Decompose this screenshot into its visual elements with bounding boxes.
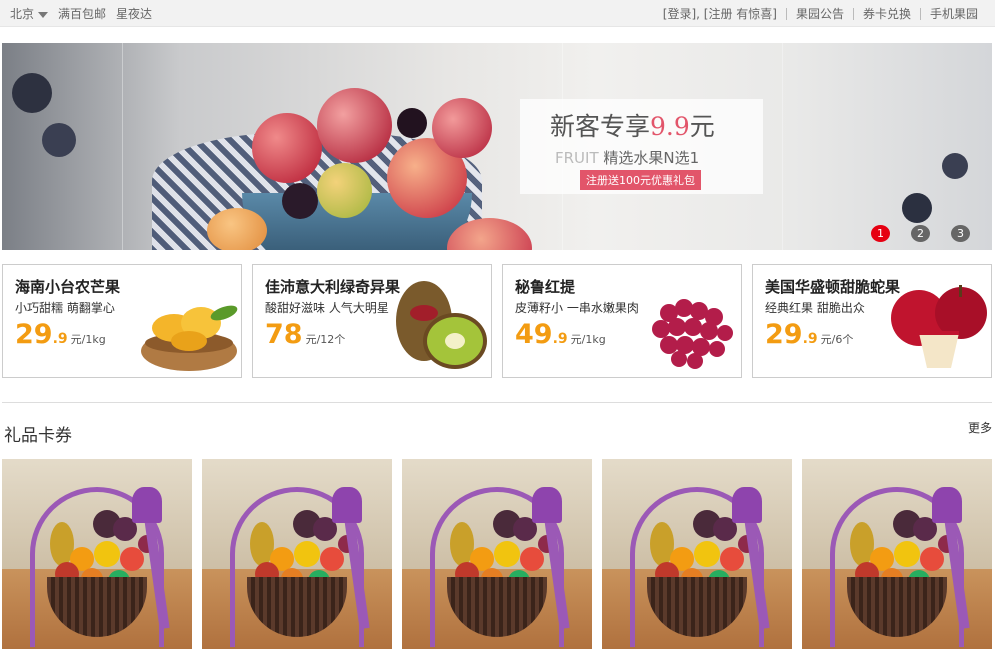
announcement-segment: 果园公告 xyxy=(785,7,853,21)
top-bar: 北京 满百包邮 星夜达 [登录], [注册 有惊喜] 果园公告 券卡兑换 手机果… xyxy=(0,0,995,27)
product-price: 29.9 元/1kg xyxy=(15,319,106,350)
price-unit: 元/12个 xyxy=(305,333,346,346)
product-title: 美国华盛顿甜脆蛇果 xyxy=(765,278,901,296)
product-subtitle: 皮薄籽小 一串水嫩果肉 xyxy=(515,301,639,315)
city-label: 北京 xyxy=(10,7,35,21)
banner-dot-1[interactable]: 1 xyxy=(871,225,890,242)
basket-bow xyxy=(932,487,962,523)
gift-section-title: 礼品卡券 xyxy=(2,417,72,446)
apple-decor xyxy=(317,88,392,163)
gift-card-item[interactable] xyxy=(2,459,192,649)
mobile-segment: 手机果园 xyxy=(919,7,987,21)
city-selector[interactable]: 北京 xyxy=(10,5,49,22)
price-unit: 元/1kg xyxy=(570,333,606,346)
gift-card-item[interactable] xyxy=(202,459,392,649)
product-card-kiwi[interactable]: 佳沛意大利绿奇异果 酸甜好滋味 人气大明星 78 元/12个 xyxy=(252,264,492,378)
voucher-segment: 券卡兑换 xyxy=(852,7,920,21)
product-subtitle: 经典红果 甜脆出众 xyxy=(765,301,865,315)
price-integer: 78 xyxy=(265,319,303,350)
promo-subline-cn: 精选水果N选1 xyxy=(598,149,700,167)
apple-decor xyxy=(432,98,492,158)
basket-bow xyxy=(132,487,162,523)
promo-headline-price: 9.9 xyxy=(650,112,690,141)
mobile-app-link[interactable]: 手机果园 xyxy=(930,7,978,21)
product-card-apple[interactable]: 美国华盛顿甜脆蛇果 经典红果 甜脆出众 29.9 元/6个 xyxy=(752,264,992,378)
price-unit: 元/1kg xyxy=(70,333,106,346)
banner-pagination: 1 2 3 xyxy=(871,225,970,242)
kiwi-image xyxy=(396,281,487,369)
chevron-down-icon xyxy=(38,11,49,18)
price-unit: 元/6个 xyxy=(820,333,854,346)
promo-subline-en: FRUIT xyxy=(555,149,599,167)
free-shipping-link[interactable]: 满百包邮 xyxy=(58,5,106,22)
product-price: 78 元/12个 xyxy=(265,319,345,350)
featured-products: 海南小台农芒果 小巧甜糯 萌翻掌心 29.9 元/1kg 佳沛意大利绿奇异果 酸甜… xyxy=(2,264,992,378)
top-bar-right: [登录], [注册 有惊喜] 果园公告 券卡兑换 手机果园 xyxy=(654,0,987,27)
blueberry-decor xyxy=(42,123,76,157)
basket-bow xyxy=(732,487,762,523)
basket-bow xyxy=(332,487,362,523)
promo-subline: FRUIT 精选水果N选1 xyxy=(555,147,699,168)
gift-card-grid xyxy=(2,459,992,649)
product-subtitle: 小巧甜糯 萌翻掌心 xyxy=(15,301,115,315)
product-price: 29.9 元/6个 xyxy=(765,319,853,350)
product-card-grapes[interactable]: 秘鲁红提 皮薄籽小 一串水嫩果肉 49.9 元/1kg xyxy=(502,264,742,378)
apricot-decor xyxy=(207,208,267,250)
product-subtitle: 酸甜好滋味 人气大明星 xyxy=(265,301,389,315)
price-decimal: .9 xyxy=(802,331,818,347)
mango-basket-image xyxy=(141,305,238,371)
price-integer: 29 xyxy=(15,319,53,350)
red-apple-image xyxy=(891,285,987,368)
gift-section-title-text: 礼品卡券 xyxy=(4,426,72,446)
price-decimal: .9 xyxy=(552,331,568,347)
top-bar-left: 北京 满百包邮 星夜达 xyxy=(10,0,152,27)
red-grapes-image xyxy=(652,299,733,369)
account-links: [登录], [注册 有惊喜] xyxy=(654,8,786,20)
basket-bow xyxy=(532,487,562,523)
apple-decor xyxy=(317,163,372,218)
product-title: 佳沛意大利绿奇异果 xyxy=(265,278,401,296)
section-divider xyxy=(2,402,992,403)
night-delivery-link[interactable]: 星夜达 xyxy=(116,5,152,22)
register-link[interactable]: , [注册 有惊喜] xyxy=(696,7,777,21)
product-title: 秘鲁红提 xyxy=(515,278,576,296)
promo-tag: 注册送100元优惠礼包 xyxy=(580,170,701,190)
promo-headline-suffix: 元 xyxy=(689,112,715,141)
promo-headline: 新客专享9.9元 xyxy=(550,107,715,143)
product-title: 海南小台农芒果 xyxy=(15,278,121,296)
blueberry-decor xyxy=(942,153,968,179)
announcement-link[interactable]: 果园公告 xyxy=(796,7,844,21)
product-price: 49.9 元/1kg xyxy=(515,319,606,350)
blueberry-decor xyxy=(12,73,52,113)
promo-headline-prefix: 新客专享 xyxy=(550,112,651,141)
gift-card-item[interactable] xyxy=(602,459,792,649)
voucher-redeem-link[interactable]: 券卡兑换 xyxy=(863,7,911,21)
blackberry-decor xyxy=(282,183,318,219)
wood-plank-line xyxy=(782,43,783,250)
gift-card-item[interactable] xyxy=(802,459,992,649)
hero-banner[interactable]: 新客专享9.9元 FRUIT 精选水果N选1 注册送100元优惠礼包 1 2 3 xyxy=(2,43,992,250)
promo-box: 新客专享9.9元 FRUIT 精选水果N选1 注册送100元优惠礼包 xyxy=(520,99,763,194)
blackberry-decor xyxy=(397,108,427,138)
price-decimal: .9 xyxy=(52,331,68,347)
wood-plank-line xyxy=(122,43,123,250)
banner-dot-3[interactable]: 3 xyxy=(951,225,970,242)
price-integer: 49 xyxy=(515,319,553,350)
login-link[interactable]: [登录] xyxy=(663,7,696,21)
apple-decor xyxy=(252,113,322,183)
banner-dot-2[interactable]: 2 xyxy=(911,225,930,242)
price-integer: 29 xyxy=(765,319,803,350)
more-link[interactable]: 更多 xyxy=(968,419,992,436)
blueberry-decor xyxy=(902,193,932,223)
product-card-mango[interactable]: 海南小台农芒果 小巧甜糯 萌翻掌心 29.9 元/1kg xyxy=(2,264,242,378)
gift-card-item[interactable] xyxy=(402,459,592,649)
